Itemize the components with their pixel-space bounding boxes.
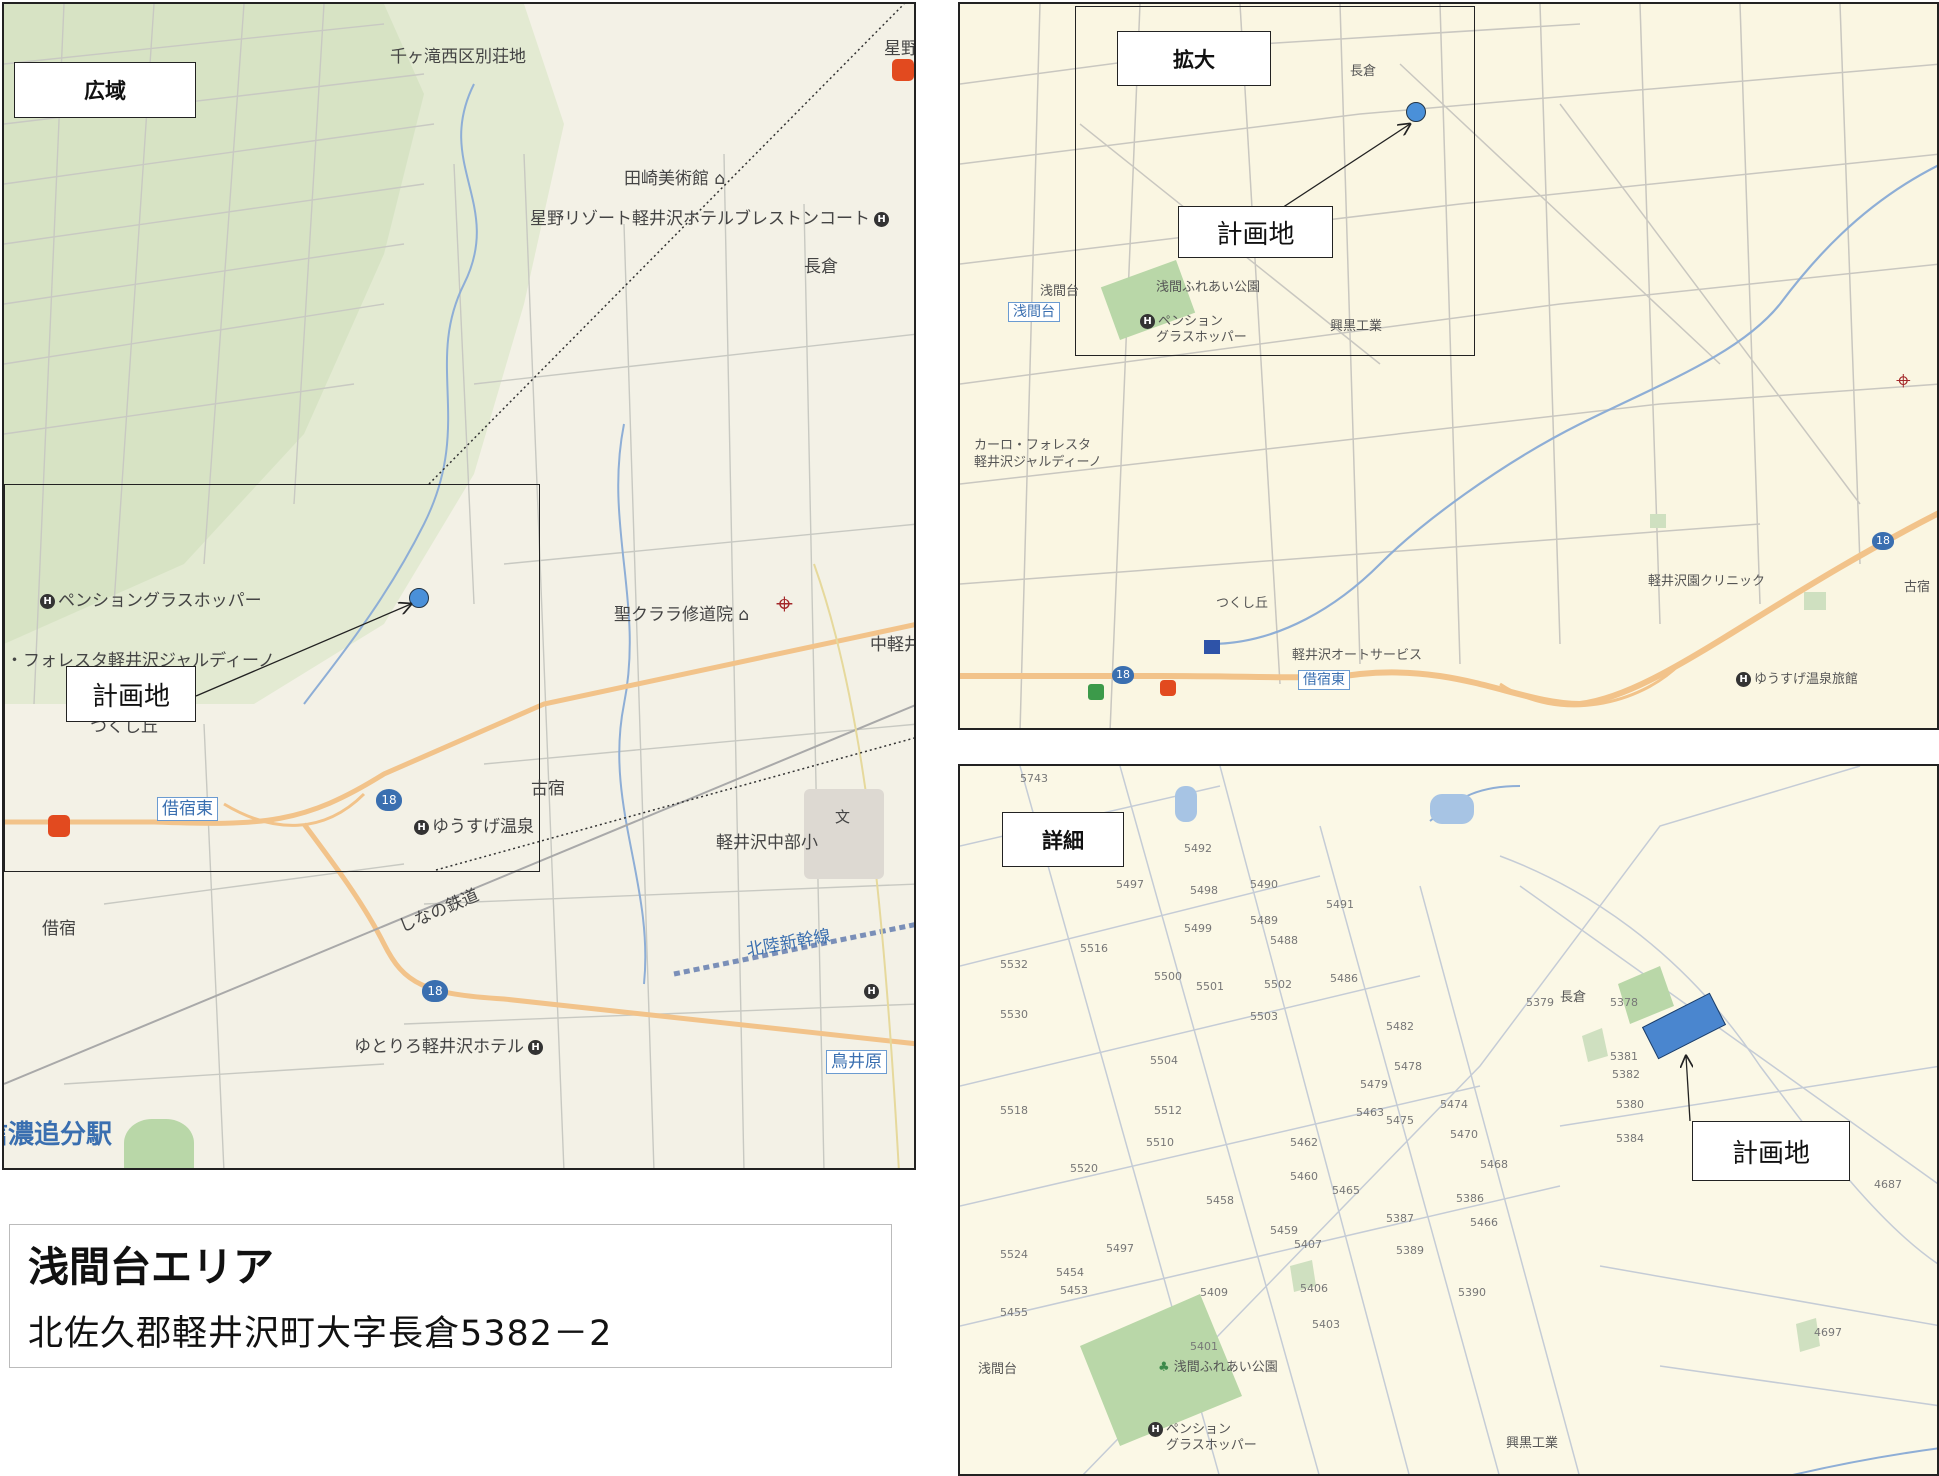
area-info-box: 浅間台エリア 北佐久郡軽井沢町大字長倉5382－2	[9, 1224, 892, 1368]
wide-site-label: 計画地	[66, 666, 196, 722]
zoom-route-shield-2: 18	[1872, 532, 1894, 550]
zoom-arrow	[1264, 4, 1939, 220]
zoom-label-asamadai: 浅間台	[1040, 284, 1080, 299]
area-title: 浅間台エリア	[28, 1243, 274, 1291]
zoom-police-icon	[1204, 640, 1220, 654]
wide-arrow	[195, 4, 916, 697]
zoom-store-icon	[1088, 684, 1104, 700]
zoom-gas-icon	[1160, 680, 1176, 696]
zoom-site-label: 計画地	[1178, 206, 1333, 258]
zoom-badge-kariyado-east: 借宿東	[1298, 670, 1350, 690]
hotel-icon: H	[1140, 314, 1155, 329]
detail-map-panel[interactable]: 5743 5492 5497 5498 5490 5491 5499 5489 5488 5516…	[958, 764, 1939, 1476]
zoom-badge-asamadai: 浅間台	[1008, 302, 1060, 322]
zoom-label-auto: 軽井沢オートサービス	[1292, 648, 1423, 663]
zoom-crosshair-icon: ⌖	[1896, 366, 1911, 396]
zoom-label-yusuge: H ゆうすげ温泉旅館	[1736, 668, 1858, 687]
zoom-label-park: 浅間ふれあい公園	[1156, 280, 1261, 295]
zoom-label-tsukushi: つくし丘	[1216, 596, 1269, 611]
zoom-route-shield: 18	[1112, 666, 1134, 684]
zoom-map-panel[interactable]: 拡大 長倉 計画地 浅間台 浅間台 浅間ふれあい公園 H ペンション グラスホッパ…	[958, 2, 1939, 730]
hotel-icon: H	[1736, 672, 1751, 687]
zoom-label-kohkuro: 興黒工業	[1330, 319, 1383, 334]
zoom-label-carlo-2: 軽井沢ジャルディーノ	[974, 455, 1102, 470]
wide-map-panel[interactable]: 広域 千ヶ滝西区別荘地 星野 田崎美術館 ⌂ 星野リゾート軽井沢ホテルブレストン…	[2, 2, 916, 1170]
detail-site-label: 計画地	[1692, 1121, 1850, 1181]
zoom-label-clinic: 軽井沢園クリニック	[1648, 574, 1766, 589]
area-address: 北佐久郡軽井沢町大字長倉5382－2	[28, 1314, 613, 1354]
zoom-label-pension-2: グラスホッパー	[1156, 330, 1247, 345]
zoom-label-furu: 古宿	[1904, 580, 1931, 595]
